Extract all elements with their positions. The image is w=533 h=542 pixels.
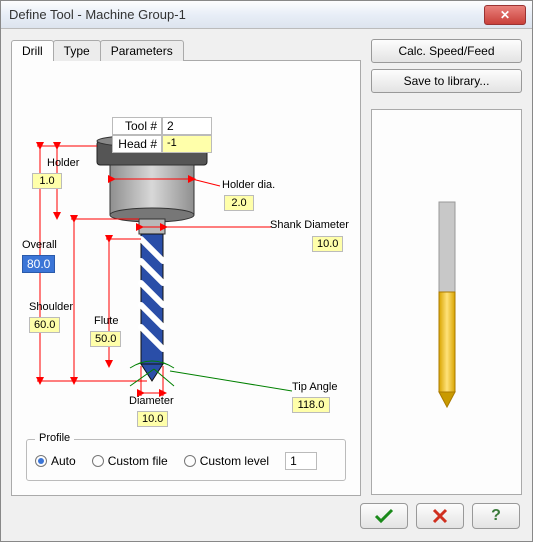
tab-type[interactable]: Type <box>53 40 101 61</box>
x-icon <box>432 508 448 524</box>
overall-label: Overall <box>22 239 57 251</box>
flute-label: Flute <box>94 315 118 327</box>
radio-label: Custom file <box>108 454 168 468</box>
tab-drill[interactable]: Drill <box>11 40 54 61</box>
head-num-label: Head # <box>112 135 162 153</box>
holder-input[interactable]: 1.0 <box>32 173 62 189</box>
titlebar: Define Tool - Machine Group-1 ✕ <box>1 1 532 29</box>
tab-label: Drill <box>22 44 43 58</box>
flute-input[interactable]: 50.0 <box>90 331 121 347</box>
holder-label: Holder <box>47 157 79 169</box>
preview-drill-icon <box>417 192 477 412</box>
shank-dia-input[interactable]: 10.0 <box>312 236 343 252</box>
radio-dot-icon <box>184 455 196 467</box>
tool-num-input[interactable]: 2 <box>162 117 212 135</box>
dialog-footer: ? <box>1 499 532 537</box>
tip-angle-input[interactable]: 118.0 <box>292 397 330 413</box>
ok-button[interactable] <box>360 503 408 529</box>
profile-legend: Profile <box>35 432 74 444</box>
radio-dot-icon <box>35 455 47 467</box>
diameter-input[interactable]: 10.0 <box>137 411 168 427</box>
shoulder-label: Shoulder <box>29 301 73 313</box>
radio-auto[interactable]: Auto <box>35 454 76 468</box>
radio-dot-icon <box>92 455 104 467</box>
diameter-label: Diameter <box>129 395 174 407</box>
tab-label: Type <box>64 44 90 58</box>
calc-speed-feed-button[interactable]: Calc. Speed/Feed <box>371 39 522 63</box>
custom-level-input[interactable]: 1 <box>285 452 317 470</box>
tip-angle-label: Tip Angle <box>292 381 337 393</box>
holder-dia-input[interactable]: 2.0 <box>224 195 254 211</box>
tab-label: Parameters <box>111 44 173 58</box>
tool-num-label: Tool # <box>112 117 162 135</box>
radio-custom-file[interactable]: Custom file <box>92 454 168 468</box>
holder-dia-label: Holder dia. <box>222 179 275 191</box>
button-label: Calc. Speed/Feed <box>398 44 494 58</box>
overall-input[interactable]: 80.0 <box>22 255 55 273</box>
shoulder-input[interactable]: 60.0 <box>29 317 60 333</box>
close-icon: ✕ <box>500 8 510 22</box>
question-icon: ? <box>491 507 501 525</box>
tab-parameters[interactable]: Parameters <box>100 40 184 61</box>
tab-content: Tool # 2 Head # -1 Holder 1.0 Holder dia… <box>11 61 361 496</box>
button-label: Save to library... <box>404 74 490 88</box>
app-window: Define Tool - Machine Group-1 ✕ Drill Ty… <box>0 0 533 542</box>
head-num-input[interactable]: -1 <box>162 135 212 153</box>
tool-preview <box>371 109 522 495</box>
save-to-library-button[interactable]: Save to library... <box>371 69 522 93</box>
close-button[interactable]: ✕ <box>484 5 526 25</box>
help-button[interactable]: ? <box>472 503 520 529</box>
tab-bar: Drill Type Parameters <box>11 39 361 61</box>
cancel-button[interactable] <box>416 503 464 529</box>
radio-label: Custom level <box>200 454 269 468</box>
shank-dia-label: Shank Diameter <box>270 219 349 231</box>
radio-label: Auto <box>51 454 76 468</box>
radio-custom-level[interactable]: Custom level <box>184 454 269 468</box>
check-icon <box>374 508 394 524</box>
window-title: Define Tool - Machine Group-1 <box>9 7 484 22</box>
